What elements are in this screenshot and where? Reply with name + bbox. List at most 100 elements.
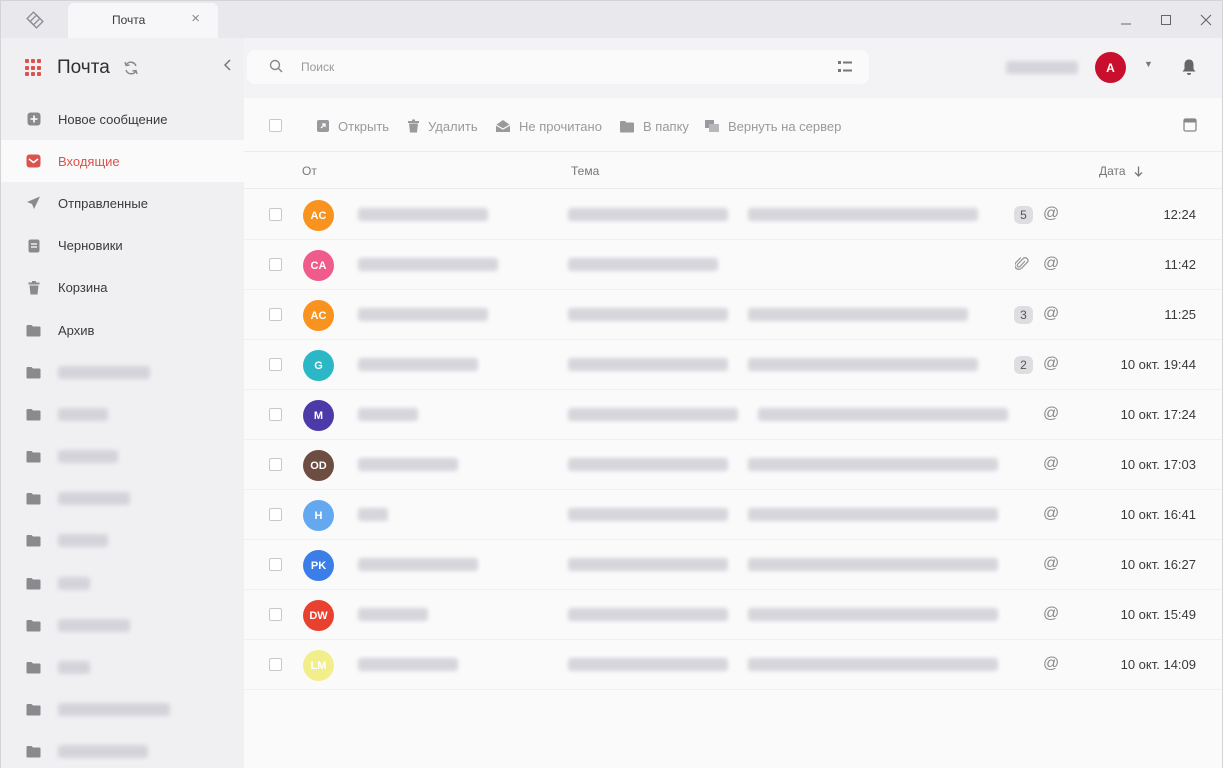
tab-title: Почта — [112, 13, 146, 27]
search-icon — [269, 59, 284, 79]
server-return-icon — [704, 119, 720, 133]
message-row[interactable]: LM @10 окт. 14:09 — [244, 640, 1222, 690]
sender-avatar: PK — [303, 550, 334, 581]
filter-icon[interactable] — [837, 60, 853, 79]
row-checkbox[interactable] — [269, 558, 282, 571]
sidebar-item-plus-square[interactable]: Новое сообщение — [1, 98, 244, 140]
maximize-icon[interactable] — [1156, 10, 1176, 30]
sort-desc-icon — [1134, 166, 1143, 177]
folder-icon — [25, 490, 42, 507]
paperclip-icon — [1014, 256, 1029, 277]
return-to-server-button[interactable]: Вернуть на сервер — [704, 117, 841, 135]
row-checkbox[interactable] — [269, 208, 282, 221]
inbox-icon — [25, 153, 42, 170]
subject-preview — [568, 658, 998, 676]
message-date: 10 окт. 15:49 — [1120, 607, 1196, 622]
sidebar-item-folder[interactable] — [1, 393, 244, 435]
message-row[interactable]: CA @11:42 — [244, 240, 1222, 290]
user-menu-caret-icon[interactable]: ▼ — [1144, 59, 1153, 69]
row-checkbox[interactable] — [269, 608, 282, 621]
collapse-sidebar-icon[interactable] — [223, 58, 233, 75]
folder-name — [58, 618, 130, 632]
mark-unread-label: Не прочитано — [519, 118, 602, 134]
message-row[interactable]: AC 3 @11:25 — [244, 290, 1222, 340]
sender-avatar: M — [303, 400, 334, 431]
row-checkbox[interactable] — [269, 458, 282, 471]
apps-grid-icon[interactable] — [25, 59, 43, 77]
user-name[interactable] — [1006, 61, 1078, 74]
sidebar-item-label: Отправленные — [58, 195, 148, 211]
row-checkbox[interactable] — [269, 658, 282, 671]
trash-icon — [25, 279, 42, 296]
message-row[interactable]: OD @10 окт. 17:03 — [244, 440, 1222, 490]
tab-close-icon[interactable]: × — [191, 11, 200, 27]
bell-icon[interactable] — [1181, 58, 1197, 81]
column-date[interactable]: Дата — [1099, 164, 1143, 178]
row-checkbox[interactable] — [269, 258, 282, 271]
column-subject[interactable]: Тема — [571, 164, 599, 178]
message-list: AC 5 @12:24 CA @11:42 AC 3 @11:25 G 2 @10 окт. 19:… — [244, 190, 1222, 690]
sidebar-item-folder[interactable] — [1, 689, 244, 731]
sidebar-item-trash[interactable]: Корзина — [1, 267, 244, 309]
subject-preview — [568, 608, 998, 626]
message-row[interactable]: DW @10 окт. 15:49 — [244, 590, 1222, 640]
row-checkbox[interactable] — [269, 358, 282, 371]
layout-toggle-icon[interactable] — [1183, 118, 1197, 137]
message-row[interactable]: PK @10 окт. 16:27 — [244, 540, 1222, 590]
mail-window: Почта × Почта Новое сообщение Входящие От — [0, 0, 1223, 768]
message-row[interactable]: AC 5 @12:24 — [244, 190, 1222, 240]
subject-preview — [568, 558, 998, 576]
sidebar-item-folder[interactable] — [1, 562, 244, 604]
sidebar-item-label: Входящие — [58, 153, 120, 169]
app-logo-icon[interactable] — [1, 1, 68, 38]
search-box[interactable] — [247, 50, 869, 84]
column-from[interactable]: От — [302, 164, 317, 178]
minimize-icon[interactable] — [1116, 10, 1136, 30]
mark-unread-button[interactable]: Не прочитано — [495, 117, 602, 135]
message-row[interactable]: M @10 окт. 17:24 — [244, 390, 1222, 440]
sidebar-item-folder[interactable] — [1, 436, 244, 478]
trash-icon — [407, 119, 420, 133]
sender-avatar: CA — [303, 250, 334, 281]
sidebar-item-send[interactable]: Отправленные — [1, 182, 244, 224]
user-avatar[interactable]: А — [1095, 52, 1126, 83]
subject-preview — [568, 308, 968, 326]
tab-mail[interactable]: Почта × — [68, 3, 218, 38]
refresh-icon[interactable] — [123, 60, 139, 81]
sender-name — [358, 508, 388, 521]
sidebar-item-folder[interactable] — [1, 604, 244, 646]
sender-avatar: AC — [303, 300, 334, 331]
sidebar-item-folder[interactable] — [1, 478, 244, 520]
sidebar-item-folder[interactable] — [1, 351, 244, 393]
sidebar-item-folder[interactable] — [1, 646, 244, 688]
move-to-folder-label: В папку — [643, 118, 689, 134]
row-checkbox[interactable] — [269, 508, 282, 521]
message-date: 10 окт. 14:09 — [1120, 657, 1196, 672]
select-all-checkbox[interactable] — [269, 119, 282, 132]
sender-name — [358, 458, 458, 471]
sidebar-item-label: Черновики — [58, 238, 123, 254]
sidebar-item-folder[interactable]: Архив — [1, 309, 244, 351]
folder-icon — [25, 617, 42, 634]
message-row[interactable]: G 2 @10 окт. 19:44 — [244, 340, 1222, 390]
sidebar-item-folder[interactable] — [1, 731, 244, 768]
delete-label: Удалить — [428, 118, 478, 134]
close-icon[interactable] — [1196, 10, 1216, 30]
open-button[interactable]: Открыть — [316, 117, 389, 135]
subject-preview — [568, 408, 1008, 426]
search-input[interactable] — [301, 58, 821, 76]
message-list-panel: Открыть Удалить Не прочитано В папку Вер… — [244, 98, 1222, 768]
open-label: Открыть — [338, 118, 390, 134]
message-toolbar: Открыть Удалить Не прочитано В папку Вер… — [244, 98, 1222, 152]
row-checkbox[interactable] — [269, 408, 282, 421]
row-checkbox[interactable] — [269, 308, 282, 321]
sidebar-item-draft[interactable]: Черновики — [1, 225, 244, 267]
message-row[interactable]: H @10 окт. 16:41 — [244, 490, 1222, 540]
column-date-label: Дата — [1099, 164, 1126, 178]
sidebar-item-folder[interactable] — [1, 520, 244, 562]
thread-count-badge: 5 — [1014, 206, 1033, 224]
delete-button[interactable]: Удалить — [407, 117, 478, 135]
sidebar-item-inbox[interactable]: Входящие — [1, 140, 244, 183]
at-mention-icon: @ — [1043, 205, 1060, 222]
move-to-folder-button[interactable]: В папку — [619, 117, 689, 135]
